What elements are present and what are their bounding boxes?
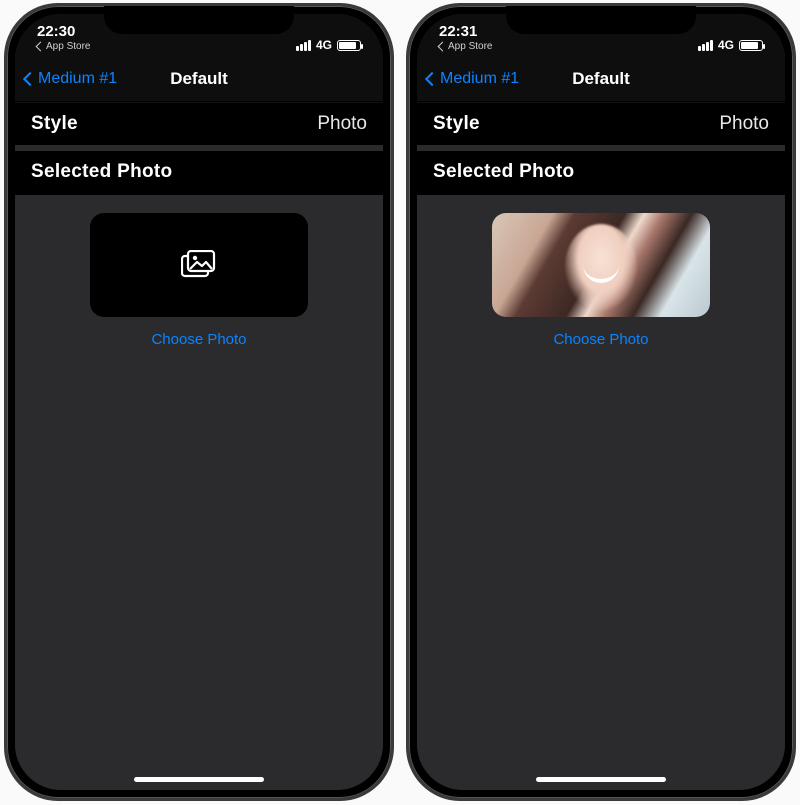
home-indicator[interactable]	[536, 777, 666, 782]
breadcrumb-label: App Store	[46, 41, 90, 52]
caret-left-icon	[36, 42, 46, 52]
nav-back-label: Medium #1	[38, 70, 117, 88]
nav-back-label: Medium #1	[440, 70, 519, 88]
cellular-signal-icon	[296, 40, 311, 51]
chevron-left-icon	[23, 71, 37, 85]
network-type: 4G	[316, 38, 332, 52]
home-indicator[interactable]	[134, 777, 264, 782]
choose-photo-button[interactable]: Choose Photo	[151, 331, 246, 348]
photo-placeholder-icon	[181, 250, 217, 280]
navigation-bar: Medium #1 Default	[417, 56, 785, 102]
phone-frame-right: 22:31 App Store 4G Medium #1 Default Sty…	[406, 3, 796, 801]
screen: 22:30 App Store 4G Medium #1 Default Sty…	[15, 14, 383, 790]
page-title: Default	[572, 69, 630, 89]
breadcrumb-return[interactable]: App Store	[37, 41, 90, 52]
battery-icon	[337, 40, 361, 51]
content-area: Choose Photo	[15, 195, 383, 790]
style-value: Photo	[317, 113, 367, 135]
navigation-bar: Medium #1 Default	[15, 56, 383, 102]
phone-frame-left: 22:30 App Store 4G Medium #1 Default Sty…	[4, 3, 394, 801]
style-row[interactable]: Style Photo	[417, 102, 785, 145]
page-title: Default	[170, 69, 228, 89]
style-row[interactable]: Style Photo	[15, 102, 383, 145]
notch	[104, 6, 294, 34]
chevron-left-icon	[425, 71, 439, 85]
style-label: Style	[433, 113, 480, 135]
photo-preview-empty[interactable]	[90, 213, 308, 317]
cellular-signal-icon	[698, 40, 713, 51]
breadcrumb-return[interactable]: App Store	[439, 41, 492, 52]
screen: 22:31 App Store 4G Medium #1 Default Sty…	[417, 14, 785, 790]
breadcrumb-label: App Store	[448, 41, 492, 52]
status-time: 22:30	[37, 23, 75, 40]
nav-back-button[interactable]: Medium #1	[427, 70, 519, 88]
battery-icon	[739, 40, 763, 51]
style-label: Style	[31, 113, 78, 135]
notch	[506, 6, 696, 34]
style-value: Photo	[719, 113, 769, 135]
selected-photo-header: Selected Photo	[15, 145, 383, 195]
content-area: Choose Photo	[417, 195, 785, 790]
selected-photo-header: Selected Photo	[417, 145, 785, 195]
nav-back-button[interactable]: Medium #1	[25, 70, 117, 88]
network-type: 4G	[718, 38, 734, 52]
photo-preview-filled[interactable]	[492, 213, 710, 317]
status-time: 22:31	[439, 23, 477, 40]
choose-photo-button[interactable]: Choose Photo	[553, 331, 648, 348]
caret-left-icon	[438, 42, 448, 52]
